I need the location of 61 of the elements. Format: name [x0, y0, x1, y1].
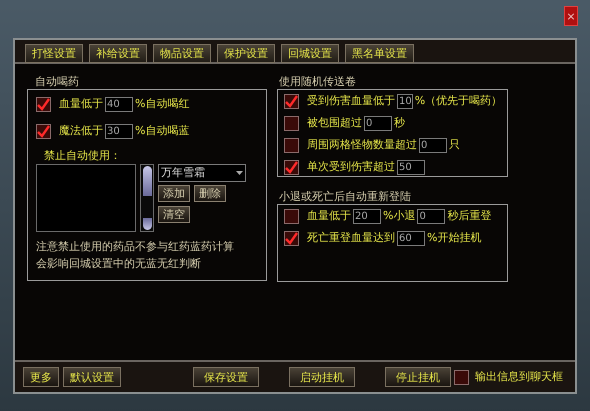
checkbox[interactable]: [284, 94, 299, 109]
option-label: %开始挂机: [427, 230, 482, 246]
option-label: 魔法低于: [59, 123, 103, 140]
input-field[interactable]: 30: [105, 124, 133, 139]
tab[interactable]: 黑名单设置: [345, 44, 414, 63]
tab[interactable]: 保护设置: [217, 44, 275, 63]
forbid-label: 禁止自动使用：: [44, 148, 121, 163]
footer-button[interactable]: 停止挂机: [385, 367, 451, 387]
dropdown-arrow-icon: [236, 171, 243, 175]
tab[interactable]: 打怪设置: [25, 44, 83, 63]
checkbox[interactable]: [284, 209, 299, 224]
scrollbar[interactable]: [140, 164, 154, 232]
checkbox[interactable]: [284, 160, 299, 175]
input-field[interactable]: 0: [417, 209, 446, 224]
checkbox[interactable]: [36, 124, 51, 139]
footer-button[interactable]: 保存设置: [193, 367, 259, 387]
group-title: 自动喝药: [34, 74, 79, 89]
option-label: 被包围超过: [307, 115, 362, 132]
option-label: 死亡重登血量达到: [307, 230, 395, 246]
small-button[interactable]: 删除: [194, 185, 226, 202]
option-label: 输出信息到聊天框: [475, 368, 563, 385]
note-text: 会影响回城设置中的无蓝无红判断: [36, 256, 201, 272]
option-label: 秒: [394, 115, 405, 132]
tab[interactable]: 物品设置: [153, 44, 211, 63]
option-label: 血量低于: [59, 96, 103, 112]
input-field[interactable]: 0: [364, 116, 392, 131]
option-label: 周围两格怪物数量超过: [307, 137, 417, 154]
checkbox[interactable]: [284, 116, 299, 131]
checkbox[interactable]: [36, 97, 51, 112]
close-button[interactable]: ×: [564, 6, 578, 26]
option-label: %小退: [383, 208, 416, 224]
input-field[interactable]: 50: [397, 160, 425, 175]
small-button[interactable]: 清空: [158, 206, 190, 223]
option-label: 秒后重登: [447, 208, 492, 224]
option-label: %自动喝蓝: [135, 123, 190, 140]
footer-button[interactable]: 默认设置: [63, 367, 121, 387]
input-field[interactable]: 0: [419, 138, 447, 153]
item-list[interactable]: [36, 164, 136, 232]
option-label: 血量低于: [307, 208, 351, 224]
group-title: 小退或死亡后自动重新登陆: [278, 189, 411, 204]
tab[interactable]: 补给设置: [89, 44, 147, 63]
option-label: 只: [449, 137, 460, 154]
option-label: 单次受到伤害超过: [307, 159, 395, 176]
item-dropdown[interactable]: 万年雪霜: [158, 164, 246, 182]
input-field[interactable]: 60: [397, 231, 425, 246]
checkbox[interactable]: [454, 370, 469, 384]
tab[interactable]: 回城设置: [281, 44, 339, 63]
option-label: %自动喝红: [135, 96, 190, 112]
checkbox[interactable]: [284, 231, 299, 246]
option-label: %（优先于喝药）: [414, 93, 502, 110]
checkbox[interactable]: [284, 138, 299, 153]
option-label: 受到伤害血量低于: [307, 93, 395, 110]
dropdown-value: 万年雪霜: [161, 164, 205, 181]
input-field[interactable]: 10: [397, 94, 413, 109]
group-title: 使用随机传送卷: [278, 74, 356, 89]
note-text: 注意禁止使用的药品不参与红药蓝药计算: [36, 239, 234, 255]
small-button[interactable]: 添加: [158, 185, 190, 202]
input-field[interactable]: 40: [105, 97, 133, 112]
footer-button[interactable]: 启动挂机: [289, 367, 355, 387]
footer-button[interactable]: 更多: [23, 367, 59, 387]
input-field[interactable]: 20: [353, 209, 381, 224]
